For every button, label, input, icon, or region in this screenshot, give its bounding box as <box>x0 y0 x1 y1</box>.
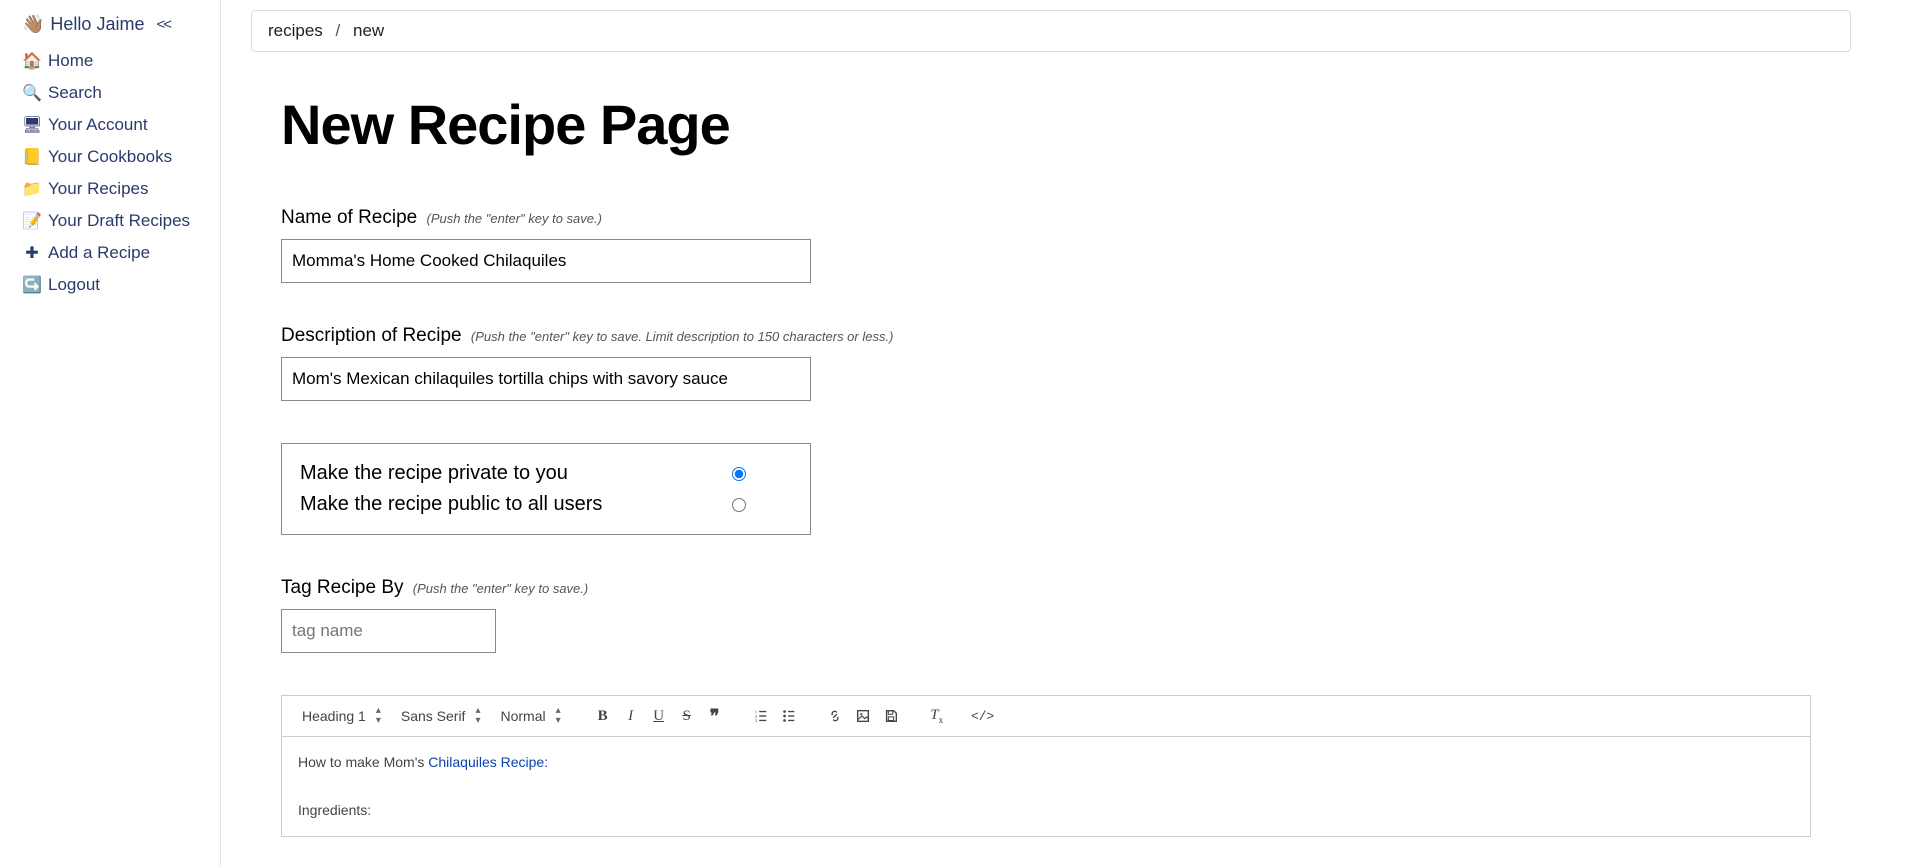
font-select-value: Sans Serif <box>401 708 466 724</box>
sidebar-item-cookbooks[interactable]: 📒 Your Cookbooks <box>22 141 210 173</box>
heading-select-value: Heading 1 <box>302 708 366 724</box>
link-icon <box>827 708 843 724</box>
ordered-list-icon: 123 <box>753 708 769 724</box>
sidebar-item-label: Your Recipes <box>48 179 149 199</box>
sidebar-item-recipes[interactable]: 📁 Your Recipes <box>22 173 210 205</box>
visibility-private-label: Make the recipe private to you <box>300 462 568 485</box>
recipe-description-label: Description of Recipe (Push the "enter" … <box>281 325 1811 347</box>
editor-text: How to make Mom's <box>298 754 428 770</box>
sidebar-collapse-toggle[interactable]: << <box>156 16 170 33</box>
recipe-name-label: Name of Recipe (Push the "enter" key to … <box>281 207 1811 229</box>
save-icon <box>883 708 899 724</box>
underline-button[interactable]: U <box>645 703 673 729</box>
size-select-value: Normal <box>500 708 545 724</box>
strike-button[interactable]: S <box>673 703 701 729</box>
visibility-public-row[interactable]: Make the recipe public to all users <box>300 489 792 520</box>
visibility-private-row[interactable]: Make the recipe private to you <box>300 458 792 489</box>
size-select[interactable]: Normal ▴▾ <box>490 702 570 730</box>
sidebar-item-drafts[interactable]: 📝 Your Draft Recipes <box>22 205 210 237</box>
image-icon <box>855 708 871 724</box>
visibility-public-radio[interactable] <box>732 498 746 512</box>
greeting-text: Hello Jaime <box>50 14 144 35</box>
chevron-updown-icon: ▴▾ <box>556 706 561 726</box>
save-button[interactable] <box>877 703 905 729</box>
clear-format-button[interactable]: Tx <box>923 703 951 729</box>
link-button[interactable] <box>821 703 849 729</box>
breadcrumb-part[interactable]: recipes <box>268 21 323 40</box>
breadcrumb-separator: / <box>336 21 341 40</box>
sidebar-item-label: Search <box>48 83 102 103</box>
breadcrumb-part[interactable]: new <box>353 21 384 40</box>
blockquote-button[interactable]: ❞ <box>701 703 729 729</box>
wave-icon: 👋🏽 <box>22 14 44 35</box>
recipe-description-block: Description of Recipe (Push the "enter" … <box>281 325 1811 401</box>
chevron-updown-icon: ▴▾ <box>376 706 381 726</box>
home-icon: 🏠 <box>22 51 42 71</box>
chevron-updown-icon: ▴▾ <box>475 706 480 726</box>
svg-text:3: 3 <box>754 718 757 723</box>
editor-link[interactable]: Chilaquiles Recipe: <box>428 754 548 770</box>
sidebar-item-label: Add a Recipe <box>48 243 150 263</box>
sidebar-item-label: Your Cookbooks <box>48 147 172 167</box>
font-select[interactable]: Sans Serif ▴▾ <box>391 702 491 730</box>
recipe-name-block: Name of Recipe (Push the "enter" key to … <box>281 207 1811 283</box>
notebook-icon: 📒 <box>22 147 42 167</box>
main-content: recipes / new New Recipe Page Name of Re… <box>220 0 1917 867</box>
visibility-block: Make the recipe private to you Make the … <box>281 443 1811 535</box>
heading-select[interactable]: Heading 1 ▴▾ <box>292 702 391 730</box>
label-text: Tag Recipe By <box>281 577 404 598</box>
editor-line: Ingredients: <box>298 799 1794 823</box>
recipe-description-hint: (Push the "enter" key to save. Limit des… <box>471 329 894 344</box>
unordered-list-button[interactable] <box>775 703 803 729</box>
sidebar-item-home[interactable]: 🏠 Home <box>22 45 210 77</box>
ordered-list-button[interactable]: 123 <box>747 703 775 729</box>
recipe-description-input[interactable] <box>281 357 811 401</box>
bold-button[interactable]: B <box>589 703 617 729</box>
tag-hint: (Push the "enter" key to save.) <box>413 581 588 596</box>
folder-icon: 📁 <box>22 179 42 199</box>
italic-button[interactable]: I <box>617 703 645 729</box>
tag-input[interactable] <box>281 609 496 653</box>
visibility-public-label: Make the recipe public to all users <box>300 493 602 516</box>
sidebar-item-label: Your Account <box>48 115 148 135</box>
editor-toolbar: Heading 1 ▴▾ Sans Serif ▴▾ Normal ▴▾ B I… <box>282 696 1810 737</box>
rich-text-editor: Heading 1 ▴▾ Sans Serif ▴▾ Normal ▴▾ B I… <box>281 695 1811 837</box>
sidebar-item-account[interactable]: 🖥 Your Account <box>22 109 210 141</box>
sidebar-item-label: Home <box>48 51 93 71</box>
recipe-name-input[interactable] <box>281 239 811 283</box>
label-text: Name of Recipe <box>281 207 417 228</box>
sidebar-item-logout[interactable]: ↪️ Logout <box>22 269 210 301</box>
sidebar: 👋🏽 Hello Jaime << 🏠 Home 🔍 Search 🖥 Your… <box>0 0 220 867</box>
sidebar-item-add-recipe[interactable]: ✚ Add a Recipe <box>22 237 210 269</box>
plus-icon: ✚ <box>22 243 42 263</box>
clear-format-icon: Tx <box>930 707 943 725</box>
tag-block: Tag Recipe By (Push the "enter" key to s… <box>281 577 1811 653</box>
sidebar-item-search[interactable]: 🔍 Search <box>22 77 210 109</box>
monitor-icon: 🖥 <box>22 115 42 135</box>
visibility-private-radio[interactable] <box>732 467 746 481</box>
image-button[interactable] <box>849 703 877 729</box>
sidebar-greeting: 👋🏽 Hello Jaime << <box>22 14 210 35</box>
page-title: New Recipe Page <box>281 92 1811 157</box>
editor-line: How to make Mom's Chilaquiles Recipe: <box>298 751 1794 775</box>
search-icon: 🔍 <box>22 83 42 103</box>
code-icon: </> <box>971 709 994 724</box>
sidebar-item-label: Logout <box>48 275 100 295</box>
memo-icon: 📝 <box>22 211 42 231</box>
recipe-name-hint: (Push the "enter" key to save.) <box>427 211 602 226</box>
unordered-list-icon <box>781 708 797 724</box>
breadcrumb: recipes / new <box>251 10 1851 52</box>
tag-label: Tag Recipe By (Push the "enter" key to s… <box>281 577 1811 599</box>
logout-icon: ↪️ <box>22 275 42 295</box>
label-text: Description of Recipe <box>281 325 462 346</box>
code-block-button[interactable]: </> <box>969 703 997 729</box>
sidebar-nav: 🏠 Home 🔍 Search 🖥 Your Account 📒 Your Co… <box>22 45 210 301</box>
editor-body[interactable]: How to make Mom's Chilaquiles Recipe: In… <box>282 737 1810 836</box>
sidebar-item-label: Your Draft Recipes <box>48 211 190 231</box>
